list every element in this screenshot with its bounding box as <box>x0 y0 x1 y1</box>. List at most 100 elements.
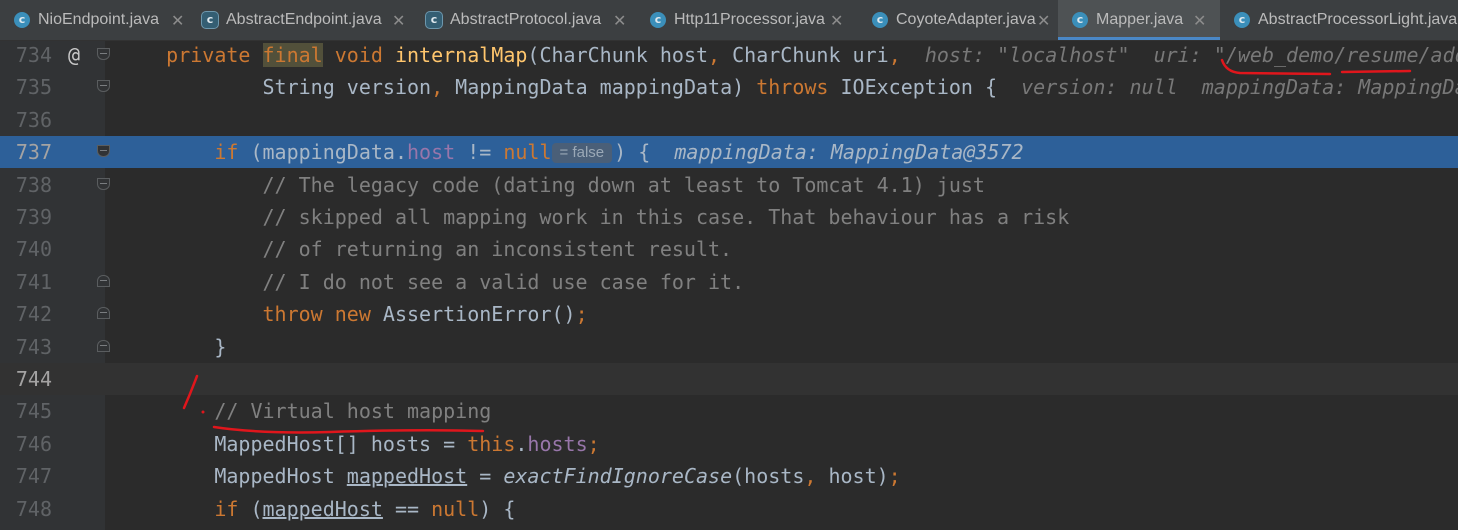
tab-label: CoyoteAdapter.java <box>896 11 1036 28</box>
fold-marker-icon[interactable] <box>97 145 110 158</box>
code-line[interactable]: 734 @ private final void internalMap(Char… <box>0 39 1458 71</box>
code-token: , <box>888 43 925 67</box>
inline-debug-hint: host: "localhost" uri: "/web_demo/resume… <box>924 43 1458 67</box>
line-number: 736 <box>15 107 52 132</box>
code-text: // Virtual host mapping <box>118 395 491 427</box>
code-token: String version <box>118 75 432 100</box>
line-number: 737 <box>15 140 52 165</box>
code-token: void <box>322 43 395 67</box>
code-text: } <box>118 331 226 363</box>
code-token: mappedHost <box>346 464 468 489</box>
java-class-icon: c <box>1072 12 1088 28</box>
java-class-icon: c <box>1234 12 1250 28</box>
code-token: != <box>455 140 504 165</box>
code-token: null <box>431 496 480 521</box>
inline-debug-hint: version: null mappingData: MappingDa <box>1021 75 1458 100</box>
tab-abstractendpoint[interactable]: c AbstractEndpoint.java ✕ <box>188 0 412 40</box>
code-token: ) { <box>614 140 675 165</box>
code-token: host) <box>828 464 889 489</box>
code-token: (mappingData. <box>250 140 407 165</box>
code-line[interactable]: 741 // I do not see a valid use case for… <box>0 266 1458 298</box>
code-token: } <box>118 334 227 359</box>
code-token: exactFindIgnoreCase <box>503 464 733 489</box>
code-token: MappedHost <box>118 464 347 489</box>
code-token: = <box>467 464 504 489</box>
code-line[interactable]: 736 <box>0 104 1458 136</box>
code-token: // skipped all mapping work in this case… <box>118 205 1070 229</box>
code-line[interactable]: 744 <box>0 363 1458 395</box>
close-icon[interactable]: ✕ <box>830 11 843 30</box>
override-marker-icon[interactable]: @ <box>68 39 80 71</box>
tab-label: NioEndpoint.java <box>38 11 159 28</box>
close-icon[interactable]: ✕ <box>613 11 626 30</box>
close-icon[interactable]: ✕ <box>392 11 405 30</box>
line-number: 747 <box>15 464 52 489</box>
code-token: ( <box>250 496 263 521</box>
code-line[interactable]: 739 // skipped all mapping work in this … <box>0 201 1458 233</box>
code-line[interactable]: 742 throw new AssertionError(); <box>0 298 1458 330</box>
code-token: IOException { <box>840 75 1022 100</box>
close-icon[interactable]: ✕ <box>171 11 184 30</box>
fold-marker-icon[interactable] <box>97 177 110 190</box>
code-text: // of returning an inconsistent result. <box>118 233 732 265</box>
tab-label: Mapper.java <box>1096 11 1184 28</box>
tab-abstractprocessorlight[interactable]: c AbstractProcessorLight.java <box>1220 0 1458 40</box>
fold-marker-icon[interactable] <box>97 307 110 320</box>
java-class-icon: c <box>202 12 218 28</box>
code-line[interactable]: 748 if (mappedHost == null) { <box>0 493 1458 525</box>
code-text: // I do not see a valid use case for it. <box>118 266 744 298</box>
line-number: 741 <box>15 269 52 294</box>
tab-label: AbstractProtocol.java <box>450 11 602 28</box>
tab-label: AbstractEndpoint.java <box>226 11 382 28</box>
code-text: if (mappingData.host != null = false) { m… <box>118 136 1023 168</box>
code-token: mappedHost <box>262 496 383 521</box>
java-class-icon: c <box>14 12 30 28</box>
code-token: throw new <box>262 302 383 327</box>
code-line[interactable]: 735 String version, MappingData mappingD… <box>0 71 1458 103</box>
close-icon[interactable]: ✕ <box>1037 11 1050 30</box>
execution-point-line[interactable]: 737 if (mappingData.host != null = false)… <box>0 136 1458 169</box>
line-number: 742 <box>15 302 52 327</box>
code-token: throws <box>756 75 841 100</box>
code-token: , <box>708 43 733 67</box>
inline-debug-value: = false <box>551 143 613 164</box>
code-line[interactable]: 747 MappedHost mappedHost = exactFindIgn… <box>0 460 1458 492</box>
code-token: MappedHost[] hosts = <box>118 431 468 456</box>
line-number: 739 <box>15 205 52 229</box>
fold-marker-icon[interactable] <box>97 80 110 93</box>
code-text: String version, MappingData mappingData)… <box>118 71 1458 103</box>
code-token: final <box>262 43 323 67</box>
code-line[interactable]: 745 // Virtual host mapping <box>0 395 1458 427</box>
tab-http11processor[interactable]: c Http11Processor.java ✕ <box>636 0 858 40</box>
code-token: host <box>407 140 456 165</box>
fold-marker-icon[interactable] <box>97 339 110 352</box>
code-token: this <box>467 431 516 456</box>
fold-marker-icon[interactable] <box>97 48 110 60</box>
code-line[interactable]: 740 // of returning an inconsistent resu… <box>0 233 1458 265</box>
tab-mapper[interactable]: c Mapper.java ✕ <box>1058 0 1220 40</box>
code-token: // Virtual host mapping <box>118 399 492 424</box>
code-line[interactable]: 743 } <box>0 331 1458 363</box>
code-token: ; <box>587 431 600 456</box>
tab-abstractprotocol[interactable]: c AbstractProtocol.java ✕ <box>412 0 636 40</box>
code-line[interactable]: 746 MappedHost[] hosts = this.hosts; <box>0 428 1458 460</box>
code-token: hosts <box>527 431 588 456</box>
fold-marker-icon[interactable] <box>97 274 110 287</box>
close-icon[interactable]: ✕ <box>1193 11 1206 30</box>
code-token: (hosts <box>732 464 805 489</box>
code-token: ) { <box>479 496 516 521</box>
code-line[interactable]: 738 // The legacy code (dating down at l… <box>0 169 1458 201</box>
code-token: CharChunk uri <box>732 43 889 67</box>
code-text: // skipped all mapping work in this case… <box>118 201 1069 233</box>
tab-coyoteadapter[interactable]: c CoyoteAdapter.java ✕ <box>858 0 1058 40</box>
code-token: ; <box>888 464 901 489</box>
code-token: ; <box>575 302 588 327</box>
code-token: // of returning an inconsistent result. <box>118 237 733 262</box>
code-token: if <box>214 496 251 521</box>
tab-nioendpoint[interactable]: c NioEndpoint.java ✕ <box>0 0 188 40</box>
code-text: MappedHost mappedHost = exactFindIgnoreC… <box>118 460 901 492</box>
line-number: 743 <box>15 334 52 359</box>
code-token: AssertionError() <box>382 302 576 327</box>
code-token: // The legacy code (dating down at least… <box>118 172 985 197</box>
